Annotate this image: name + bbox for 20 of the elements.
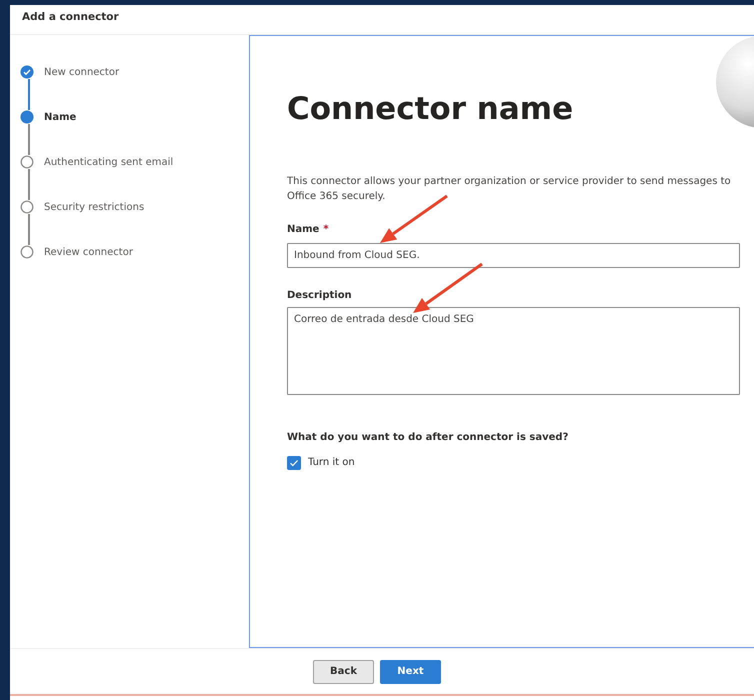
window-title: Add a connector <box>10 5 754 35</box>
checkbox[interactable] <box>287 456 301 470</box>
next-button[interactable]: Next <box>380 660 441 684</box>
description-field[interactable]: Correo de entrada desde Cloud SEG <box>287 307 740 396</box>
step-label[interactable]: Authenticating sent email <box>44 154 174 170</box>
field-label: Name <box>287 223 320 238</box>
check-icon <box>289 458 299 468</box>
checkbox-label: Turn it on <box>308 456 355 470</box>
back-button[interactable]: Back <box>313 660 374 684</box>
question-text: What do you want to do after connector is saved? <box>287 431 570 446</box>
step-label[interactable]: Name <box>44 110 76 124</box>
required-mark: * <box>323 223 329 238</box>
step-label[interactable]: Review connector <box>44 244 133 260</box>
step-label[interactable]: Security restrictions <box>44 200 144 214</box>
description-text: This connector allows your partner organization or service provider to send messages to Office 365 securely. <box>287 175 732 204</box>
annotation-arrow <box>413 262 483 313</box>
page-heading: Connector name <box>287 91 574 128</box>
field-label: Description <box>287 289 352 304</box>
step-label[interactable]: New connector <box>44 64 120 80</box>
name-field[interactable]: Inbound from Cloud SEG. <box>287 243 740 268</box>
